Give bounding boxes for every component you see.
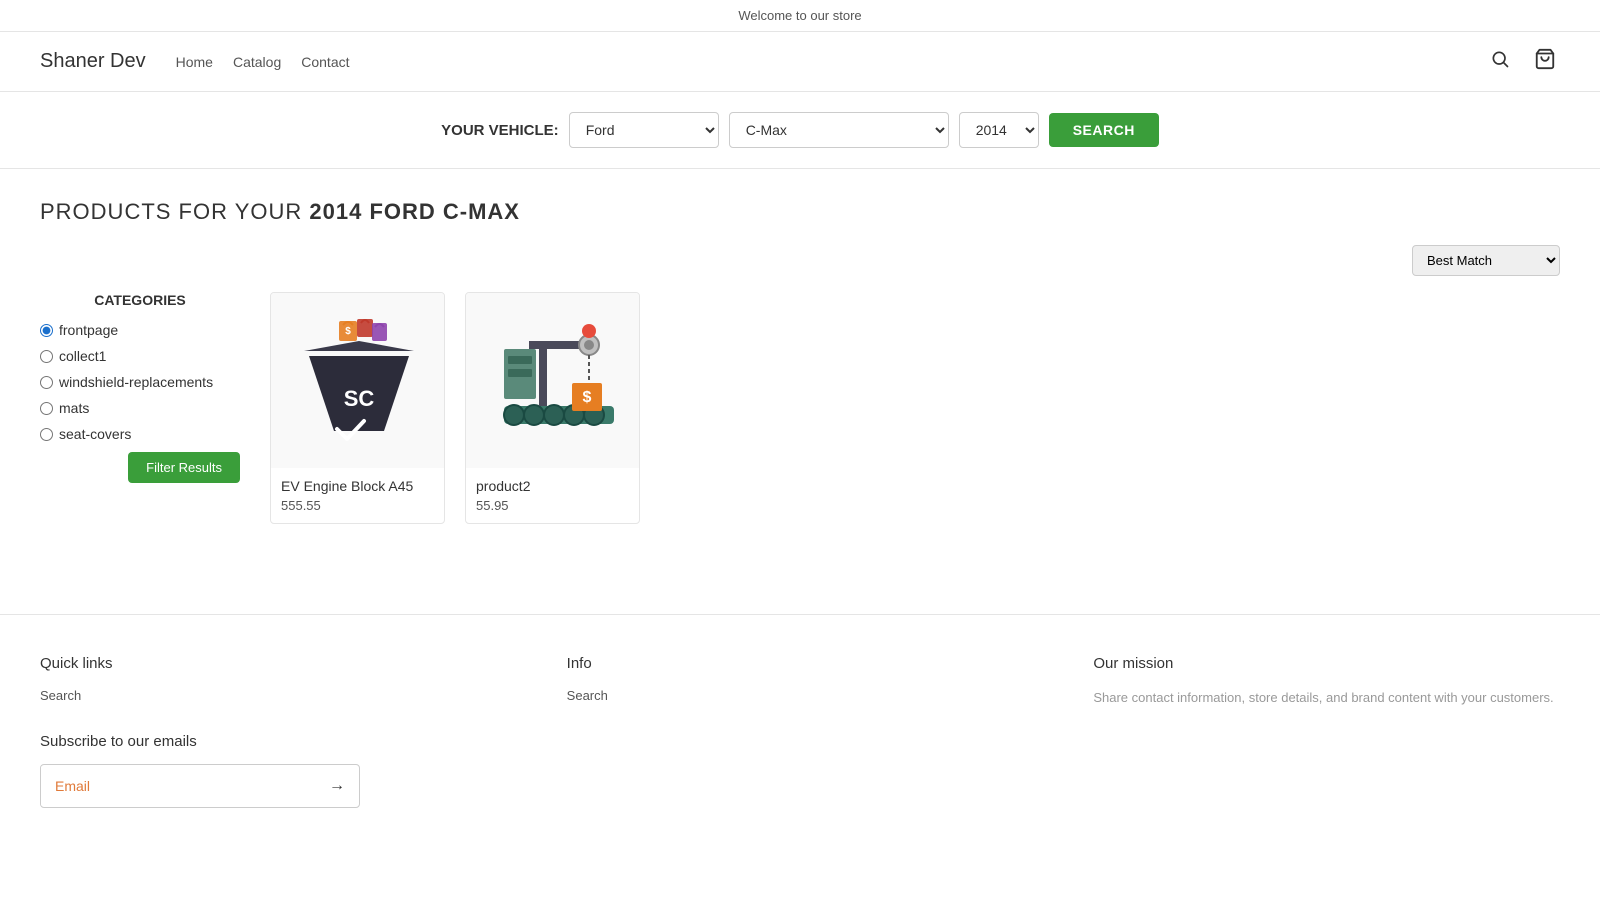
subscribe-section: Subscribe to our emails →	[40, 733, 507, 808]
category-windshield[interactable]: windshield-replacements	[40, 374, 240, 390]
category-collect1[interactable]: collect1	[40, 348, 240, 364]
footer-info: Info Search	[567, 655, 1034, 808]
vehicle-selector: YOUR VEHICLE: Ford Chevy Toyota Honda Do…	[0, 92, 1600, 169]
category-label: collect1	[59, 348, 106, 364]
header-icons	[1486, 44, 1560, 79]
sidebar: CATEGORIES frontpage collect1 windshield…	[40, 292, 240, 524]
footer: Quick links Search Subscribe to our emai…	[0, 614, 1600, 838]
category-mats[interactable]: mats	[40, 400, 240, 416]
category-seat-covers[interactable]: seat-covers	[40, 426, 240, 442]
vehicle-search-button[interactable]: SEARCH	[1049, 113, 1159, 147]
product-card[interactable]: SC $ EV Engine Bloc	[270, 292, 445, 524]
nav-catalog[interactable]: Catalog	[233, 54, 281, 70]
year-select[interactable]: 2014 2015 2016 2013 2012	[959, 112, 1039, 148]
filter-results-button[interactable]: Filter Results	[128, 452, 240, 483]
model-select[interactable]: C-Max Focus Mustang F-150 Explorer	[729, 112, 949, 148]
subscribe-button[interactable]: →	[315, 765, 359, 807]
logo[interactable]: Shaner Dev	[40, 50, 146, 73]
page-title-prefix: PRODUCTS FOR YOUR	[40, 199, 309, 224]
search-button[interactable]	[1486, 45, 1514, 78]
products-grid: SC $ EV Engine Bloc	[270, 292, 1560, 524]
subscribe-form: →	[40, 764, 360, 808]
product-price: 555.55	[281, 498, 434, 513]
category-label: mats	[59, 400, 89, 416]
content-layout: CATEGORIES frontpage collect1 windshield…	[40, 292, 1560, 524]
announcement-bar: Welcome to our store	[0, 0, 1600, 32]
quick-links-title: Quick links	[40, 655, 507, 672]
svg-text:SC: SC	[343, 386, 374, 411]
category-label: windshield-replacements	[59, 374, 213, 390]
footer-quick-links: Quick links Search Subscribe to our emai…	[40, 655, 507, 808]
vehicle-label: YOUR VEHICLE:	[441, 122, 559, 139]
product-image: $	[466, 293, 640, 468]
product-info: product2 55.95	[466, 468, 639, 523]
product-card[interactable]: $ product2 55.95	[465, 292, 640, 524]
cart-icon	[1534, 48, 1556, 70]
make-select[interactable]: Ford Chevy Toyota Honda Dodge	[569, 112, 719, 148]
categories-title: CATEGORIES	[40, 292, 240, 308]
sort-select[interactable]: Best Match Price: Low to High Price: Hig…	[1412, 245, 1560, 276]
product-image: SC $	[271, 293, 445, 468]
nav-home[interactable]: Home	[176, 54, 213, 70]
info-title: Info	[567, 655, 1034, 672]
mission-title: Our mission	[1093, 655, 1560, 672]
subscribe-title: Subscribe to our emails	[40, 733, 507, 750]
email-input[interactable]	[41, 766, 315, 806]
svg-text:$: $	[582, 389, 591, 406]
page-title: PRODUCTS FOR YOUR 2014 FORD C-MAX	[40, 199, 1560, 225]
category-label: seat-covers	[59, 426, 131, 442]
product-price: 55.95	[476, 498, 629, 513]
search-icon	[1490, 49, 1510, 69]
main-content: PRODUCTS FOR YOUR 2014 FORD C-MAX Best M…	[0, 169, 1600, 554]
product-info: EV Engine Block A45 555.55	[271, 468, 444, 523]
product-name: EV Engine Block A45	[281, 478, 434, 494]
product-name: product2	[476, 478, 629, 494]
header: Shaner Dev Home Catalog Contact	[0, 32, 1600, 92]
mission-text: Share contact information, store details…	[1093, 688, 1560, 709]
main-nav: Home Catalog Contact	[176, 54, 1486, 70]
svg-text:$: $	[345, 326, 351, 337]
footer-columns: Quick links Search Subscribe to our emai…	[40, 655, 1560, 808]
footer-link-search-info[interactable]: Search	[567, 688, 1034, 703]
announcement-text: Welcome to our store	[738, 8, 861, 23]
cart-button[interactable]	[1530, 44, 1560, 79]
sort-row: Best Match Price: Low to High Price: Hig…	[40, 245, 1560, 276]
product-image-svg: SC $	[289, 311, 429, 451]
page-title-bold: 2014 FORD C-MAX	[309, 199, 520, 224]
category-label: frontpage	[59, 322, 118, 338]
nav-contact[interactable]: Contact	[301, 54, 349, 70]
footer-link-search-quick[interactable]: Search	[40, 688, 507, 703]
category-frontpage[interactable]: frontpage	[40, 322, 240, 338]
footer-mission: Our mission Share contact information, s…	[1093, 655, 1560, 808]
product-image-svg: $	[484, 311, 624, 451]
